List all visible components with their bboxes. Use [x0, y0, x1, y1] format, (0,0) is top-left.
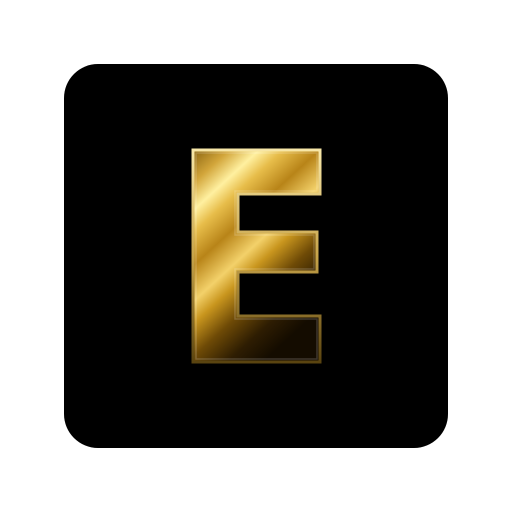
letter-e-icon: [191, 148, 322, 364]
letter-e-shape: [191, 148, 322, 364]
app-icon-canvas: [0, 0, 512, 512]
app-icon-tile[interactable]: [64, 64, 448, 448]
